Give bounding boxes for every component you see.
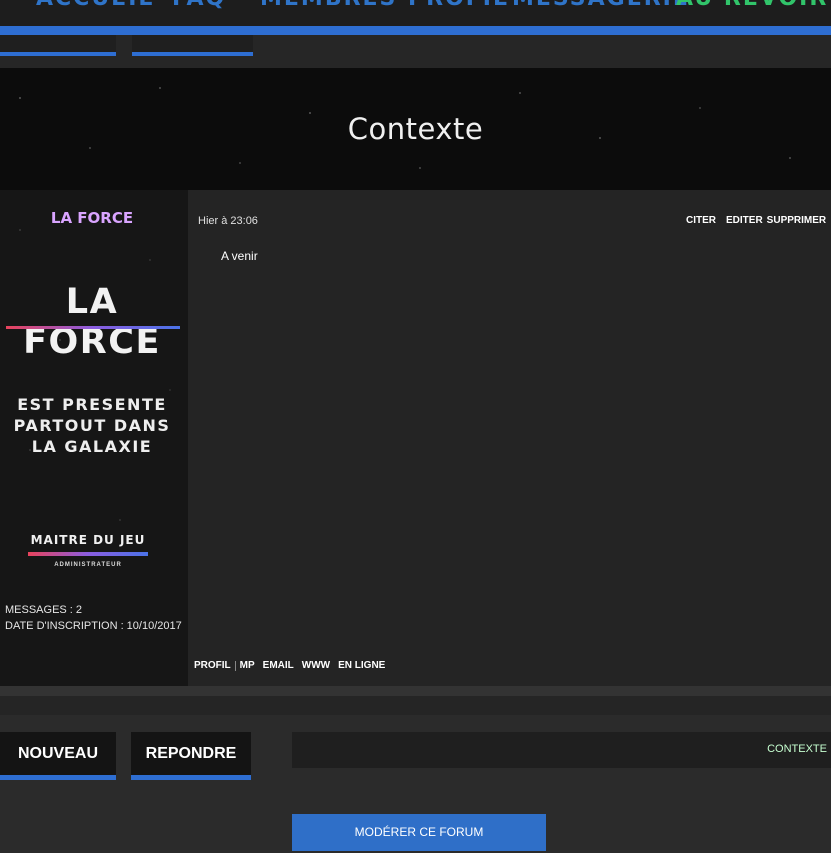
sub-navigation xyxy=(0,35,831,68)
avatar-title: LA FORCE xyxy=(23,282,161,362)
nav-faq[interactable]: FAQ xyxy=(172,0,226,11)
top-navigation: ACCUEIL FAQ MEMBRES PROFIL MESSAGERIE AU… xyxy=(0,0,831,26)
avatar-underline xyxy=(6,326,180,329)
quote-button[interactable]: CITER xyxy=(686,215,716,226)
post-body: A venir xyxy=(221,249,258,263)
reply-button[interactable]: REPONDRE xyxy=(131,732,251,780)
nav-accent-bar xyxy=(0,26,831,35)
post-separator xyxy=(0,686,831,696)
nav-profil[interactable]: PROFIL xyxy=(408,0,509,11)
rank-underline xyxy=(28,552,148,556)
sub-tab-right[interactable] xyxy=(132,35,253,56)
edit-button[interactable]: EDITER xyxy=(726,215,763,226)
moderate-forum-button[interactable]: MODÉRER CE FORUM xyxy=(292,814,546,851)
avatar-tagline-line: LA GALAXIE xyxy=(31,437,153,456)
avatar-tagline-line: EST PRESENTE xyxy=(17,395,167,414)
sub-tab-left[interactable] xyxy=(0,35,116,56)
nav-messagerie[interactable]: MESSAGERIE xyxy=(512,0,690,11)
delete-button[interactable]: SUPPRIMER xyxy=(767,215,826,226)
post-username[interactable]: LA FORCE xyxy=(0,209,184,227)
breadcrumb-item-contexte[interactable]: CONTEXTE xyxy=(767,743,827,755)
avatar-tagline: EST PRESENTE PARTOUT DANS LA GALAXIE xyxy=(0,394,184,457)
topic-banner: Contexte xyxy=(0,68,831,190)
rank-title: MAITRE DU JEU xyxy=(30,533,146,547)
stat-messages: MESSAGES : 2 xyxy=(5,604,83,616)
stat-joined: DATE D'INSCRIPTION : 10/10/2017 xyxy=(5,620,182,632)
profile-link[interactable]: PROFIL xyxy=(194,660,231,671)
www-link[interactable]: WWW xyxy=(302,660,330,671)
online-status: EN LIGNE xyxy=(338,660,386,671)
pm-link[interactable]: MP xyxy=(240,660,255,671)
rank-subtitle: ADMINISTRATEUR xyxy=(54,562,122,568)
nav-au-revoir[interactable]: AU REVOIR xyxy=(676,0,828,11)
email-link[interactable]: EMAIL xyxy=(263,660,294,671)
avatar-tagline-line: PARTOUT DANS xyxy=(13,416,171,435)
post-profile: LA FORCE LA FORCE EST PRESENTE PARTOUT D… xyxy=(0,190,188,686)
post-date: Hier à 23:06 xyxy=(198,215,258,227)
post-actions: CITER EDITER SUPPRIMER xyxy=(686,215,826,226)
divider xyxy=(234,660,236,671)
contact-links: PROFIL MP EMAIL WWW EN LIGNE xyxy=(194,660,385,671)
nav-accueil[interactable]: ACCUEIL xyxy=(36,0,154,11)
new-topic-button[interactable]: NOUVEAU xyxy=(0,732,116,780)
spacer xyxy=(0,696,831,715)
nav-membres[interactable]: MEMBRES xyxy=(260,0,397,11)
breadcrumb: CONTEXTE xyxy=(292,732,831,768)
page-title: Contexte xyxy=(347,112,484,146)
